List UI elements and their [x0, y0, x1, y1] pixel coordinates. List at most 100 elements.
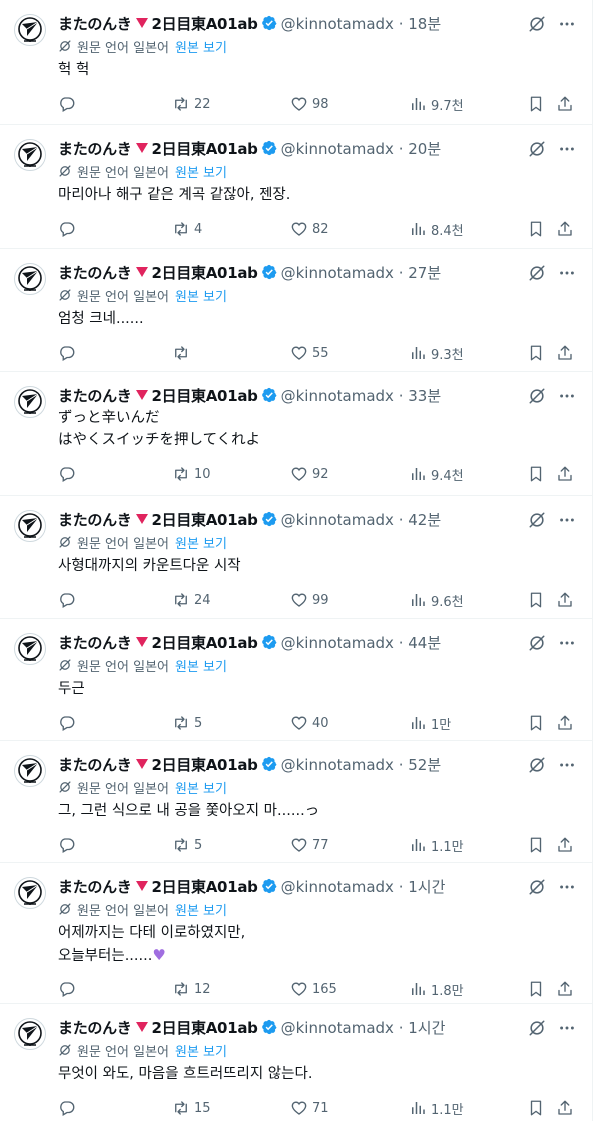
- show-original-link[interactable]: 원본 보기: [175, 162, 227, 181]
- reply-button[interactable]: [58, 835, 80, 855]
- reply-button[interactable]: [58, 979, 80, 999]
- show-original-link[interactable]: 원본 보기: [175, 37, 227, 56]
- more-options-icon[interactable]: [558, 264, 576, 282]
- bookmark-button[interactable]: [527, 1098, 549, 1118]
- avatar[interactable]: [14, 139, 46, 171]
- share-button[interactable]: [556, 219, 578, 239]
- tweet[interactable]: またのんき 2日目東A01ab @kinnotamadx · 52분 원문 언어…: [0, 741, 592, 863]
- avatar[interactable]: [14, 877, 46, 909]
- bookmark-button[interactable]: [527, 343, 549, 363]
- more-options-icon[interactable]: [558, 1019, 576, 1037]
- display-name-suffix[interactable]: 2日目東A01ab: [152, 262, 258, 283]
- views-button[interactable]: 9.3천: [409, 343, 464, 363]
- like-button[interactable]: 55: [290, 343, 329, 363]
- handle-and-time[interactable]: @kinnotamadx · 20분: [281, 138, 442, 159]
- more-options-icon[interactable]: [558, 140, 576, 158]
- views-button[interactable]: 9.6천: [409, 590, 464, 610]
- retweet-button[interactable]: 5: [172, 835, 202, 855]
- display-name-suffix[interactable]: 2日目東A01ab: [152, 754, 258, 775]
- more-options-icon[interactable]: [558, 634, 576, 652]
- grok-icon[interactable]: [528, 756, 546, 774]
- handle-and-time[interactable]: @kinnotamadx · 1시간: [281, 876, 446, 897]
- show-original-link[interactable]: 원본 보기: [175, 778, 227, 797]
- views-button[interactable]: 1.8만: [409, 979, 464, 999]
- avatar[interactable]: [14, 263, 46, 295]
- bookmark-button[interactable]: [527, 464, 549, 484]
- views-button[interactable]: 1.1만: [409, 835, 464, 855]
- reply-button[interactable]: [58, 219, 80, 239]
- avatar[interactable]: [14, 14, 46, 46]
- handle-and-time[interactable]: @kinnotamadx · 33분: [281, 385, 442, 406]
- share-button[interactable]: [556, 713, 578, 733]
- display-name-suffix[interactable]: 2日目東A01ab: [152, 1017, 258, 1038]
- avatar[interactable]: [14, 755, 46, 787]
- reply-button[interactable]: [58, 713, 80, 733]
- like-button[interactable]: 40: [290, 713, 329, 733]
- tweet[interactable]: またのんき 2日目東A01ab @kinnotamadx · 1시간 원문 언어…: [0, 1004, 592, 1121]
- show-original-link[interactable]: 원본 보기: [175, 656, 227, 675]
- display-name[interactable]: またのんき: [58, 138, 132, 159]
- views-button[interactable]: 9.4천: [409, 464, 464, 484]
- display-name-suffix[interactable]: 2日目東A01ab: [152, 385, 258, 406]
- like-button[interactable]: 99: [290, 590, 329, 610]
- show-original-link[interactable]: 원본 보기: [175, 286, 227, 305]
- handle-and-time[interactable]: @kinnotamadx · 42분: [281, 509, 442, 530]
- handle-and-time[interactable]: @kinnotamadx · 1시간: [281, 1017, 446, 1038]
- share-button[interactable]: [556, 464, 578, 484]
- avatar[interactable]: [14, 510, 46, 542]
- display-name[interactable]: またのんき: [58, 13, 132, 34]
- share-button[interactable]: [556, 590, 578, 610]
- tweet[interactable]: またのんき 2日目東A01ab @kinnotamadx · 27분 원문 언어…: [0, 249, 592, 372]
- views-button[interactable]: 1만: [409, 713, 451, 733]
- more-options-icon[interactable]: [558, 878, 576, 896]
- grok-icon[interactable]: [528, 1019, 546, 1037]
- display-name[interactable]: またのんき: [58, 262, 132, 283]
- reply-button[interactable]: [58, 464, 80, 484]
- retweet-button[interactable]: [172, 343, 194, 363]
- tweet[interactable]: またのんき 2日目東A01ab @kinnotamadx · 20분 원문 언어…: [0, 125, 592, 249]
- share-button[interactable]: [556, 835, 578, 855]
- grok-icon[interactable]: [528, 634, 546, 652]
- bookmark-button[interactable]: [527, 835, 549, 855]
- retweet-button[interactable]: 22: [172, 94, 211, 114]
- tweet[interactable]: またのんき 2日目東A01ab @kinnotamadx · 42분 원문 언어…: [0, 496, 592, 619]
- more-options-icon[interactable]: [558, 387, 576, 405]
- display-name-suffix[interactable]: 2日目東A01ab: [152, 632, 258, 653]
- handle-and-time[interactable]: @kinnotamadx · 44분: [281, 632, 442, 653]
- tweet[interactable]: またのんき 2日目東A01ab @kinnotamadx · 33분 ずっと辛い…: [0, 372, 592, 496]
- avatar[interactable]: [14, 386, 46, 418]
- handle-and-time[interactable]: @kinnotamadx · 52분: [281, 754, 442, 775]
- bookmark-button[interactable]: [527, 219, 549, 239]
- tweet[interactable]: またのんき 2日目東A01ab @kinnotamadx · 18분 원문 언어…: [0, 0, 592, 125]
- grok-icon[interactable]: [528, 511, 546, 529]
- views-button[interactable]: 9.7천: [409, 94, 464, 114]
- grok-icon[interactable]: [528, 387, 546, 405]
- show-original-link[interactable]: 원본 보기: [175, 900, 227, 919]
- display-name[interactable]: またのんき: [58, 632, 132, 653]
- avatar[interactable]: [14, 1018, 46, 1050]
- views-button[interactable]: 8.4천: [409, 219, 464, 239]
- handle-and-time[interactable]: @kinnotamadx · 27분: [281, 262, 442, 283]
- like-button[interactable]: 82: [290, 219, 329, 239]
- retweet-button[interactable]: 5: [172, 713, 202, 733]
- handle-and-time[interactable]: @kinnotamadx · 18분: [281, 13, 442, 34]
- reply-button[interactable]: [58, 343, 80, 363]
- tweet[interactable]: またのんき 2日目東A01ab @kinnotamadx · 44분 원문 언어…: [0, 619, 592, 741]
- more-options-icon[interactable]: [558, 756, 576, 774]
- reply-button[interactable]: [58, 590, 80, 610]
- display-name[interactable]: またのんき: [58, 754, 132, 775]
- bookmark-button[interactable]: [527, 713, 549, 733]
- grok-icon[interactable]: [528, 15, 546, 33]
- views-button[interactable]: 1.1만: [409, 1098, 464, 1118]
- retweet-button[interactable]: 10: [172, 464, 211, 484]
- retweet-button[interactable]: 24: [172, 590, 211, 610]
- more-options-icon[interactable]: [558, 511, 576, 529]
- tweet[interactable]: またのんき 2日目東A01ab @kinnotamadx · 1시간 원문 언어…: [0, 863, 592, 1004]
- like-button[interactable]: 98: [290, 94, 329, 114]
- reply-button[interactable]: [58, 1098, 80, 1118]
- display-name[interactable]: またのんき: [58, 876, 132, 897]
- share-button[interactable]: [556, 979, 578, 999]
- show-original-link[interactable]: 원본 보기: [175, 533, 227, 552]
- bookmark-button[interactable]: [527, 94, 549, 114]
- grok-icon[interactable]: [528, 140, 546, 158]
